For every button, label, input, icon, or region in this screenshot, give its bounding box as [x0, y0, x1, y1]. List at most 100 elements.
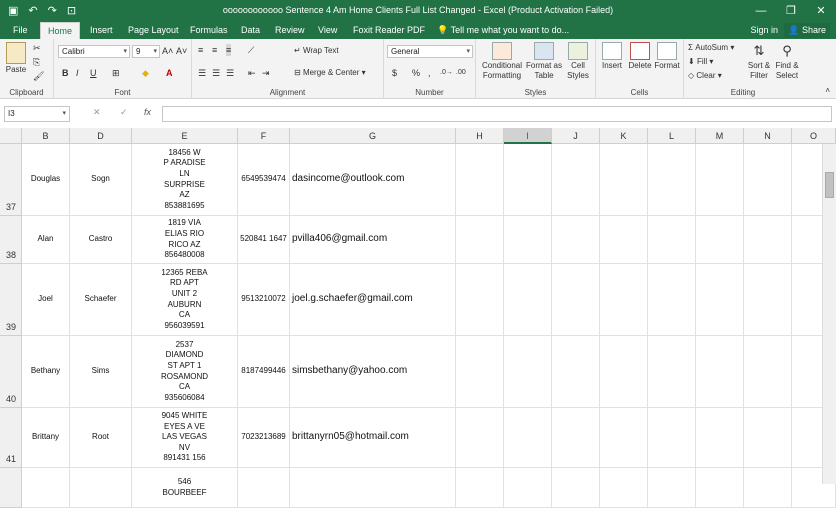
clear-button[interactable]: ◇ Clear ▾ — [688, 70, 722, 82]
cell-j[interactable] — [552, 468, 600, 508]
decrease-indent-icon[interactable]: ⇤ — [248, 67, 256, 79]
formula-input[interactable] — [162, 106, 832, 122]
cell-address[interactable]: 1819 VIA ELIAS RIO RICO AZ 856480008 — [132, 216, 238, 264]
cell-phone[interactable]: 6549539474 — [238, 144, 290, 216]
cell-h[interactable] — [456, 216, 504, 264]
autosum-button[interactable]: Σ AutoSum ▾ — [688, 42, 734, 54]
tab-page-layout[interactable]: Page Layout — [121, 22, 186, 39]
borders-icon[interactable]: ⊞ — [112, 67, 120, 79]
cell-l[interactable] — [648, 336, 696, 408]
italic-button[interactable]: I — [76, 67, 79, 79]
grow-font-button[interactable]: A˄ — [162, 45, 173, 57]
collapse-ribbon-icon[interactable]: ˄ — [825, 85, 830, 97]
cell-h[interactable] — [456, 468, 504, 508]
tab-review[interactable]: Review — [268, 22, 312, 39]
cut-icon[interactable]: ✂ — [33, 42, 41, 54]
cell-j[interactable] — [552, 144, 600, 216]
cell-email[interactable]: brittanyrn05@hotmail.com — [290, 408, 456, 468]
cell-phone[interactable]: 520841 1647 — [238, 216, 290, 264]
cell-k[interactable] — [600, 408, 648, 468]
tab-file[interactable]: File — [6, 22, 35, 39]
cell-phone[interactable]: 9513210072 — [238, 264, 290, 336]
row-header[interactable]: 37 — [0, 144, 22, 216]
tab-formulas[interactable]: Formulas — [183, 22, 235, 39]
cell-email[interactable]: joel.g.schaefer@gmail.com — [290, 264, 456, 336]
tab-view[interactable]: View — [311, 22, 344, 39]
merge-center-button[interactable]: ⊟ Merge & Center ▾ — [294, 67, 366, 79]
cell-l[interactable] — [648, 144, 696, 216]
delete-cells-button[interactable]: Delete — [626, 42, 654, 71]
column-header-j[interactable]: J — [552, 128, 600, 144]
cell-last[interactable]: Sogn — [70, 144, 132, 216]
tell-me-box[interactable]: 💡 Tell me what you want to do... — [430, 22, 576, 39]
tab-home[interactable]: Home — [40, 22, 81, 39]
insert-function-icon[interactable]: fx — [144, 107, 151, 117]
copy-icon[interactable]: ⎘ — [33, 56, 40, 68]
cell-i[interactable] — [504, 468, 552, 508]
name-box[interactable]: I3 ▾ — [4, 106, 70, 122]
cell-phone[interactable] — [238, 468, 290, 508]
cell-last[interactable]: Root — [70, 408, 132, 468]
number-format-combo[interactable]: General ▾ — [387, 45, 473, 58]
insert-cells-button[interactable]: Insert — [598, 42, 626, 71]
cell-n[interactable] — [744, 264, 792, 336]
cell-last[interactable]: Sims — [70, 336, 132, 408]
font-size-combo[interactable]: 9 ▾ — [132, 45, 160, 58]
cell-i[interactable] — [504, 144, 552, 216]
cell-k[interactable] — [600, 468, 648, 508]
cell-email[interactable]: pvilla406@gmail.com — [290, 216, 456, 264]
align-left-icon[interactable]: ☰ — [198, 67, 206, 79]
cell-email[interactable]: dasincome@outlook.com — [290, 144, 456, 216]
row-header[interactable]: 39 — [0, 264, 22, 336]
shrink-font-button[interactable]: A˅ — [176, 45, 187, 57]
cell-i[interactable] — [504, 216, 552, 264]
vertical-scrollbar[interactable] — [822, 144, 836, 484]
conditional-formatting-button[interactable]: Conditional Formatting — [480, 42, 524, 81]
percent-button[interactable]: % — [412, 67, 420, 79]
column-header-m[interactable]: M — [696, 128, 744, 144]
cell-first[interactable]: Alan — [22, 216, 70, 264]
cell-email[interactable] — [290, 468, 456, 508]
cell-m[interactable] — [696, 264, 744, 336]
row-header[interactable] — [0, 468, 22, 508]
column-header-h[interactable]: H — [456, 128, 504, 144]
cell-i[interactable] — [504, 264, 552, 336]
font-color-icon[interactable]: A — [166, 67, 173, 79]
sort-filter-button[interactable]: ⇅ Sort & Filter — [746, 42, 772, 81]
tab-data[interactable]: Data — [234, 22, 267, 39]
cell-k[interactable] — [600, 144, 648, 216]
touch-mode-icon[interactable]: ⊡ — [67, 3, 76, 19]
cell-n[interactable] — [744, 216, 792, 264]
row-header[interactable]: 40 — [0, 336, 22, 408]
cell-i[interactable] — [504, 408, 552, 468]
fill-button[interactable]: ⬇ Fill ▾ — [688, 56, 713, 68]
cell-n[interactable] — [744, 468, 792, 508]
cell-address[interactable]: 12365 REBA RD APT UNIT 2 AUBURN CA 95603… — [132, 264, 238, 336]
fill-color-icon[interactable]: ◆ — [142, 67, 149, 79]
cell-last[interactable]: Castro — [70, 216, 132, 264]
cell-j[interactable] — [552, 264, 600, 336]
increase-indent-icon[interactable]: ⇥ — [262, 67, 270, 79]
cell-i[interactable] — [504, 336, 552, 408]
cell-m[interactable] — [696, 408, 744, 468]
share-button[interactable]: 👤 Share — [784, 23, 830, 38]
cell-n[interactable] — [744, 144, 792, 216]
align-right-icon[interactable]: ☰ — [226, 67, 234, 79]
format-painter-icon[interactable]: 🖌 — [33, 70, 44, 82]
orientation-icon[interactable]: ⟋ — [248, 44, 254, 56]
column-header-e[interactable]: E — [132, 128, 238, 144]
align-middle-icon[interactable]: ≡ — [212, 44, 217, 56]
enter-icon[interactable]: ✓ — [120, 107, 128, 118]
scrollbar-thumb[interactable] — [825, 172, 834, 198]
align-top-icon[interactable]: ≡ — [198, 44, 203, 56]
cell-h[interactable] — [456, 408, 504, 468]
cell-l[interactable] — [648, 216, 696, 264]
column-header-n[interactable]: N — [744, 128, 792, 144]
column-header-d[interactable]: D — [70, 128, 132, 144]
cell-first[interactable]: Brittany — [22, 408, 70, 468]
column-header-l[interactable]: L — [648, 128, 696, 144]
cell-j[interactable] — [552, 216, 600, 264]
cell-m[interactable] — [696, 468, 744, 508]
cell-last[interactable]: Schaefer — [70, 264, 132, 336]
cell-email[interactable]: simsbethany@yahoo.com — [290, 336, 456, 408]
